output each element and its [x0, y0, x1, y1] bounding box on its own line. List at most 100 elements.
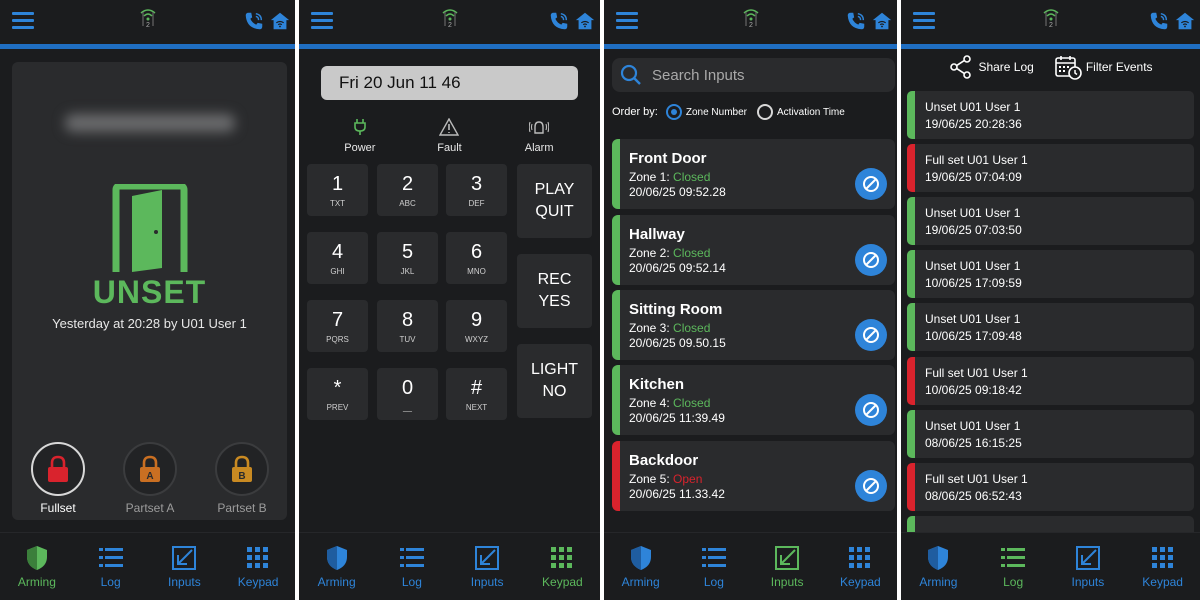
- nav-keypad[interactable]: Keypad: [221, 533, 295, 600]
- log-entry[interactable]: Unset U01 User 1 10/06/25 17:09:48: [907, 303, 1194, 351]
- key-5[interactable]: 5 JKL: [377, 232, 438, 284]
- plug-icon: [354, 119, 366, 135]
- nav-log[interactable]: Log: [374, 533, 449, 600]
- nav-inputs[interactable]: Inputs: [751, 533, 824, 600]
- search-input[interactable]: Search Inputs: [612, 58, 895, 92]
- order-zone-number-label[interactable]: Zone Number: [686, 107, 747, 118]
- input-arrow-icon: [172, 546, 197, 570]
- key-4[interactable]: 4 GHI: [307, 232, 368, 284]
- log-status-bar: [907, 357, 915, 405]
- nav-keypad[interactable]: Keypad: [824, 533, 897, 600]
- log-status-bar: [907, 197, 915, 245]
- bypass-button[interactable]: [855, 168, 887, 200]
- zone-card[interactable]: Front Door Zone 1: Closed 20/06/25 09:52…: [612, 139, 895, 209]
- fullset-button[interactable]: [31, 442, 85, 496]
- nav-inputs[interactable]: Inputs: [1051, 533, 1126, 600]
- menu-icon[interactable]: [12, 12, 34, 30]
- nav-arming[interactable]: Arming: [604, 533, 677, 600]
- order-activation-time-radio[interactable]: [757, 104, 773, 120]
- key-1[interactable]: 1 TXT: [307, 164, 368, 216]
- bypass-button[interactable]: [855, 470, 887, 502]
- bypass-button[interactable]: [855, 394, 887, 426]
- home-wifi-icon[interactable]: [574, 10, 596, 32]
- zone-card[interactable]: Hallway Zone 2: Closed 20/06/25 09:52.14: [612, 215, 895, 285]
- log-entry[interactable]: Full set U01 User 1 10/06/25 09:18:42: [907, 357, 1194, 405]
- log-entry[interactable]: Unset U01 User 1 10/06/25 17:09:59: [907, 250, 1194, 298]
- log-time: 10/06/25 17:09:59: [925, 276, 1022, 290]
- nav-log[interactable]: Log: [74, 533, 148, 600]
- nav-log[interactable]: Log: [677, 533, 750, 600]
- home-wifi-icon[interactable]: [1174, 10, 1196, 32]
- key-9[interactable]: 9 WXYZ: [446, 300, 507, 352]
- arming-screen: 2 UNSET Yesterday at 20:28 by U01 User 1…: [0, 0, 295, 600]
- order-zone-number-radio[interactable]: [665, 104, 682, 120]
- svg-text:B: B: [238, 471, 245, 482]
- zone-card[interactable]: Backdoor Zone 5: Open 20/06/25 11.33.42: [612, 441, 895, 511]
- bypass-icon: [863, 402, 879, 418]
- key-0[interactable]: 0 __: [377, 368, 438, 420]
- share-log-button[interactable]: Share Log: [948, 54, 1034, 80]
- status-indicators: Power Fault Alarm: [299, 118, 600, 154]
- shield-icon: [928, 546, 949, 570]
- top-bar: 2: [901, 0, 1200, 49]
- phone-icon[interactable]: [1148, 10, 1170, 32]
- zone-state: Closed: [673, 321, 711, 335]
- phone-icon[interactable]: [845, 10, 867, 32]
- key-8[interactable]: 8 TUV: [377, 300, 438, 352]
- bypass-icon: [863, 252, 879, 268]
- list-icon: [98, 548, 123, 567]
- nav-keypad[interactable]: Keypad: [525, 533, 600, 600]
- zone-card[interactable]: Kitchen Zone 4: Closed 20/06/25 11:39.49: [612, 365, 895, 435]
- light-no-key[interactable]: LIGHT NO: [517, 344, 592, 418]
- input-arrow-icon: [475, 546, 500, 570]
- key-6[interactable]: 6 MNO: [446, 232, 507, 284]
- log-screen: 2 Share Log Filter Events Unset U01 User…: [901, 0, 1200, 600]
- zone-card[interactable]: Sitting Room Zone 3: Closed 20/06/25 09.…: [612, 290, 895, 360]
- key-hash[interactable]: # NEXT: [446, 368, 507, 420]
- calendar-clock-icon: [1055, 56, 1082, 80]
- log-event: Unset U01 User 1: [925, 259, 1021, 273]
- play-quit-key[interactable]: PLAY QUIT: [517, 164, 592, 238]
- key-2[interactable]: 2 ABC: [377, 164, 438, 216]
- home-wifi-icon[interactable]: [269, 10, 291, 32]
- log-entry[interactable]: Full set U01 User 1 08/06/25 06:52:43: [907, 463, 1194, 511]
- key-7[interactable]: 7 PQRS: [307, 300, 368, 352]
- nav-inputs[interactable]: Inputs: [450, 533, 525, 600]
- log-entry[interactable]: Unset U01 User 1 19/06/25 20:28:36: [907, 91, 1194, 139]
- home-wifi-icon[interactable]: [871, 10, 893, 32]
- nav-keypad[interactable]: Keypad: [1125, 533, 1200, 600]
- list-icon: [1001, 548, 1026, 567]
- fullset-label: Fullset: [40, 501, 76, 515]
- partset-b-button[interactable]: B: [215, 442, 269, 496]
- order-by-label: Order by:: [612, 106, 658, 118]
- menu-icon[interactable]: [913, 12, 935, 30]
- bypass-button[interactable]: [855, 319, 887, 351]
- order-activation-time-label[interactable]: Activation Time: [777, 107, 845, 118]
- nav-inputs[interactable]: Inputs: [148, 533, 222, 600]
- key-star[interactable]: * PREV: [307, 368, 368, 420]
- nav-arming[interactable]: Arming: [0, 533, 74, 600]
- menu-icon[interactable]: [311, 12, 333, 30]
- nav-arming[interactable]: Arming: [901, 533, 976, 600]
- menu-icon[interactable]: [616, 12, 638, 30]
- key-3[interactable]: 3 DEF: [446, 164, 507, 216]
- bypass-button[interactable]: [855, 244, 887, 276]
- log-time: 10/06/25 17:09:48: [925, 329, 1022, 343]
- partset-a-button[interactable]: A: [123, 442, 177, 496]
- svg-text:2: 2: [448, 22, 452, 29]
- filter-events-button[interactable]: Filter Events: [1054, 54, 1153, 80]
- nav-arming[interactable]: Arming: [299, 533, 374, 600]
- keypad-grid-icon: [849, 547, 871, 568]
- brand-logo: 2: [743, 9, 758, 29]
- arming-state: UNSET: [92, 274, 207, 310]
- arming-state-detail: Yesterday at 20:28 by U01 User 1: [52, 316, 247, 331]
- phone-icon[interactable]: [243, 10, 265, 32]
- log-entry[interactable]: Unset U01 User 1 08/06/25 16:15:25: [907, 410, 1194, 458]
- nav-log[interactable]: Log: [976, 533, 1051, 600]
- log-entry[interactable]: Unset U01 User 1 19/06/25 07:03:50: [907, 197, 1194, 245]
- log-entry[interactable]: Full set U01 User 1 19/06/25 07:04:09: [907, 144, 1194, 192]
- log-event: Full set U01 User 1: [925, 366, 1028, 380]
- rec-yes-key[interactable]: REC YES: [517, 254, 592, 328]
- phone-icon[interactable]: [548, 10, 570, 32]
- log-event: Unset U01 User 1: [925, 100, 1021, 114]
